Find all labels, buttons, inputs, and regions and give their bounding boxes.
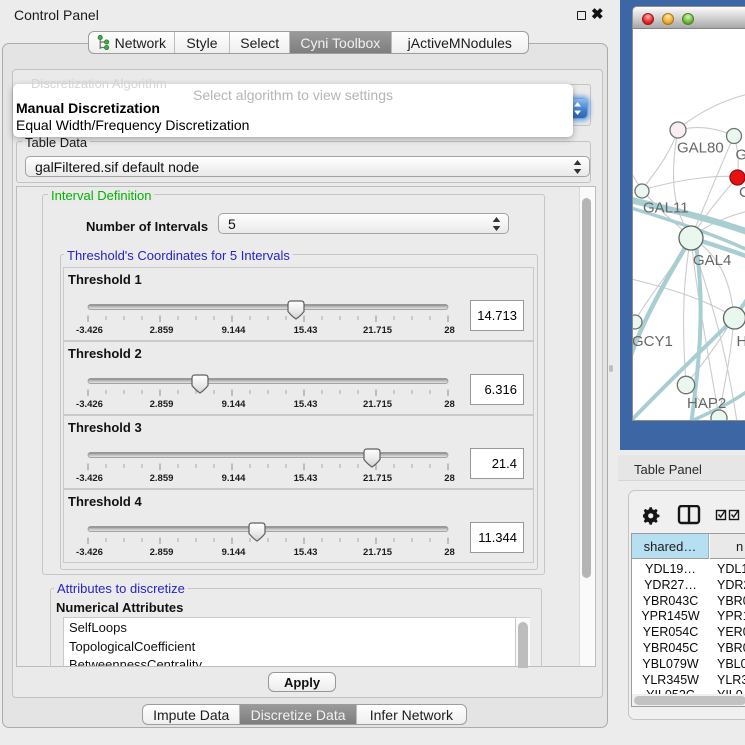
- svg-text:GAL: GAL: [736, 147, 745, 164]
- svg-text:GAL4: GAL4: [693, 252, 731, 269]
- svg-text:GAL80: GAL80: [677, 140, 724, 157]
- svg-text:15.43: 15.43: [294, 547, 318, 558]
- svg-text:15.43: 15.43: [294, 473, 318, 484]
- svg-text:9.144: 9.144: [222, 473, 246, 484]
- svg-text:-3.426: -3.426: [76, 325, 103, 336]
- svg-text:15.43: 15.43: [294, 399, 318, 410]
- svg-text:21.715: 21.715: [363, 399, 393, 410]
- svg-text:21.715: 21.715: [363, 473, 393, 484]
- svg-text:2.859: 2.859: [150, 399, 174, 410]
- svg-text:9.144: 9.144: [222, 547, 246, 558]
- svg-text:2.859: 2.859: [150, 473, 174, 484]
- svg-text:-3.426: -3.426: [76, 473, 103, 484]
- svg-text:28: 28: [444, 473, 455, 484]
- svg-text:GCY1: GCY1: [633, 333, 673, 350]
- svg-text:28: 28: [444, 399, 455, 410]
- svg-text:9.144: 9.144: [222, 399, 246, 410]
- svg-text:21.715: 21.715: [363, 547, 393, 558]
- svg-text:-3.426: -3.426: [76, 399, 103, 410]
- svg-text:28: 28: [444, 547, 455, 558]
- svg-text:21.715: 21.715: [363, 325, 393, 336]
- svg-text:GAL11: GAL11: [643, 200, 689, 217]
- svg-text:H: H: [737, 333, 745, 350]
- svg-text:9.144: 9.144: [222, 325, 246, 336]
- svg-text:15.43: 15.43: [294, 325, 318, 336]
- svg-text:C: C: [739, 184, 745, 201]
- svg-text:-3.426: -3.426: [76, 547, 103, 558]
- svg-text:2.859: 2.859: [150, 325, 174, 336]
- svg-text:2.859: 2.859: [150, 547, 174, 558]
- svg-text:28: 28: [444, 325, 455, 336]
- svg-text:HAP2: HAP2: [687, 395, 726, 412]
